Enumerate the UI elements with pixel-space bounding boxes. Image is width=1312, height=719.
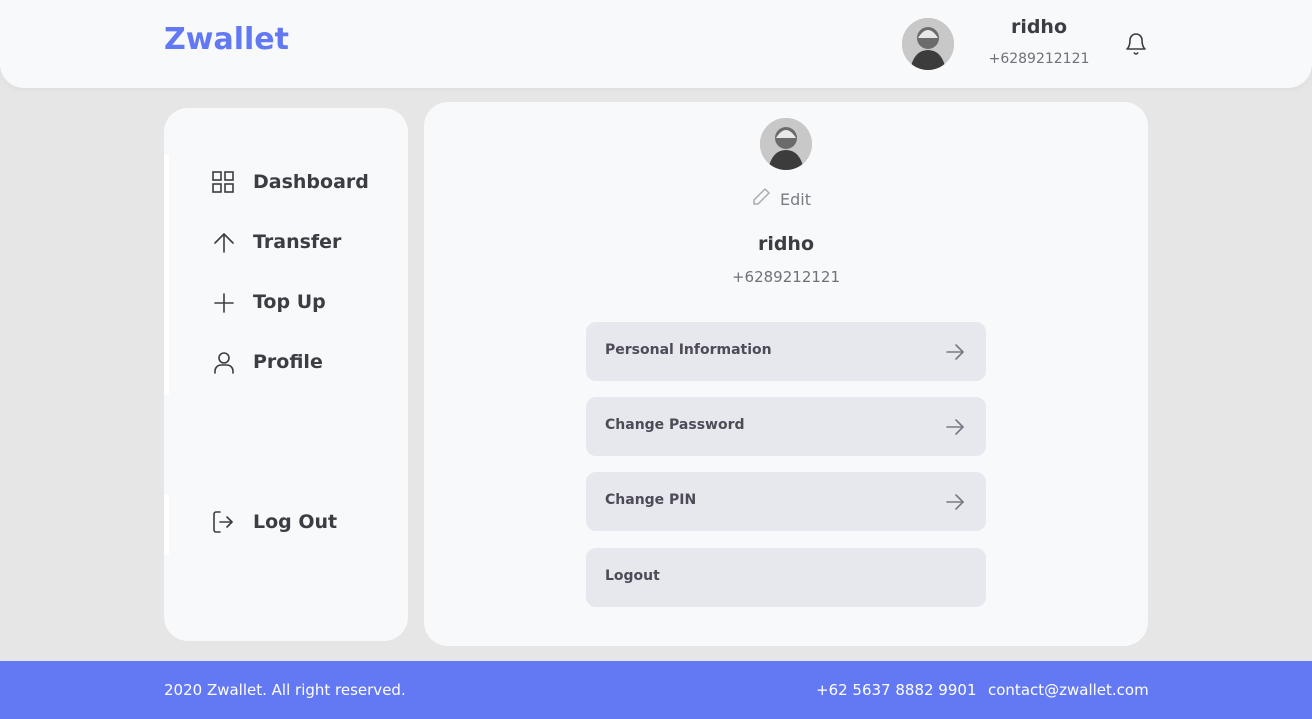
change-pin-button[interactable]: Change PIN (586, 472, 986, 531)
personal-information-button[interactable]: Personal Information (586, 322, 986, 381)
edit-label: Edit (780, 189, 811, 209)
sidebar-item-log-out[interactable]: Log Out (210, 506, 337, 538)
arrow-right-icon (944, 491, 966, 513)
menu-label: Change PIN (605, 492, 697, 508)
menu-label: Logout (605, 568, 660, 584)
menu-label: Change Password (605, 417, 745, 433)
edit-profile-button[interactable]: Edit (750, 186, 811, 212)
profile-avatar[interactable] (760, 118, 812, 170)
sidebar-item-label: Log Out (253, 511, 338, 533)
app-logo[interactable]: Zwallet (164, 22, 289, 57)
footer-copyright: 2020 Zwallet. All right reserved. (164, 681, 406, 699)
bell-icon[interactable] (1124, 31, 1148, 57)
footer-email[interactable]: contact@zwallet.com (988, 681, 1149, 699)
profile-phone: +6289212121 (731, 268, 840, 286)
log-out-icon (210, 507, 240, 537)
grid-icon (210, 167, 240, 197)
sidebar-item-label: Top Up (253, 291, 326, 313)
pencil-icon (750, 186, 772, 212)
footer: 2020 Zwallet. All right reserved. +62 56… (0, 661, 1312, 719)
sidebar-item-top-up[interactable]: Top Up (210, 286, 326, 318)
sidebar-item-label: Dashboard (253, 171, 369, 193)
sidebar-divider (164, 495, 169, 555)
top-header: Zwallet ridho +6289212121 (0, 0, 1312, 88)
sidebar-item-label: Profile (253, 351, 323, 373)
sidebar-item-dashboard[interactable]: Dashboard (210, 166, 369, 198)
user-icon (210, 347, 240, 377)
logout-button[interactable]: Logout (586, 548, 986, 607)
change-password-button[interactable]: Change Password (586, 397, 986, 456)
sidebar-divider (164, 155, 169, 395)
menu-label: Personal Information (605, 342, 772, 358)
arrow-right-icon (944, 416, 966, 438)
header-user-phone: +6289212121 (988, 51, 1090, 67)
profile-name: ridho (757, 233, 815, 255)
arrow-up-icon (210, 227, 240, 257)
arrow-right-icon (944, 341, 966, 363)
plus-icon (210, 287, 240, 317)
sidebar-item-label: Transfer (253, 231, 342, 253)
header-avatar[interactable] (902, 18, 954, 70)
footer-phone[interactable]: +62 5637 8882 9901 (816, 681, 976, 699)
sidebar-item-transfer[interactable]: Transfer (210, 226, 341, 258)
sidebar-item-profile[interactable]: Profile (210, 346, 323, 378)
header-user-name: ridho (1010, 16, 1068, 38)
